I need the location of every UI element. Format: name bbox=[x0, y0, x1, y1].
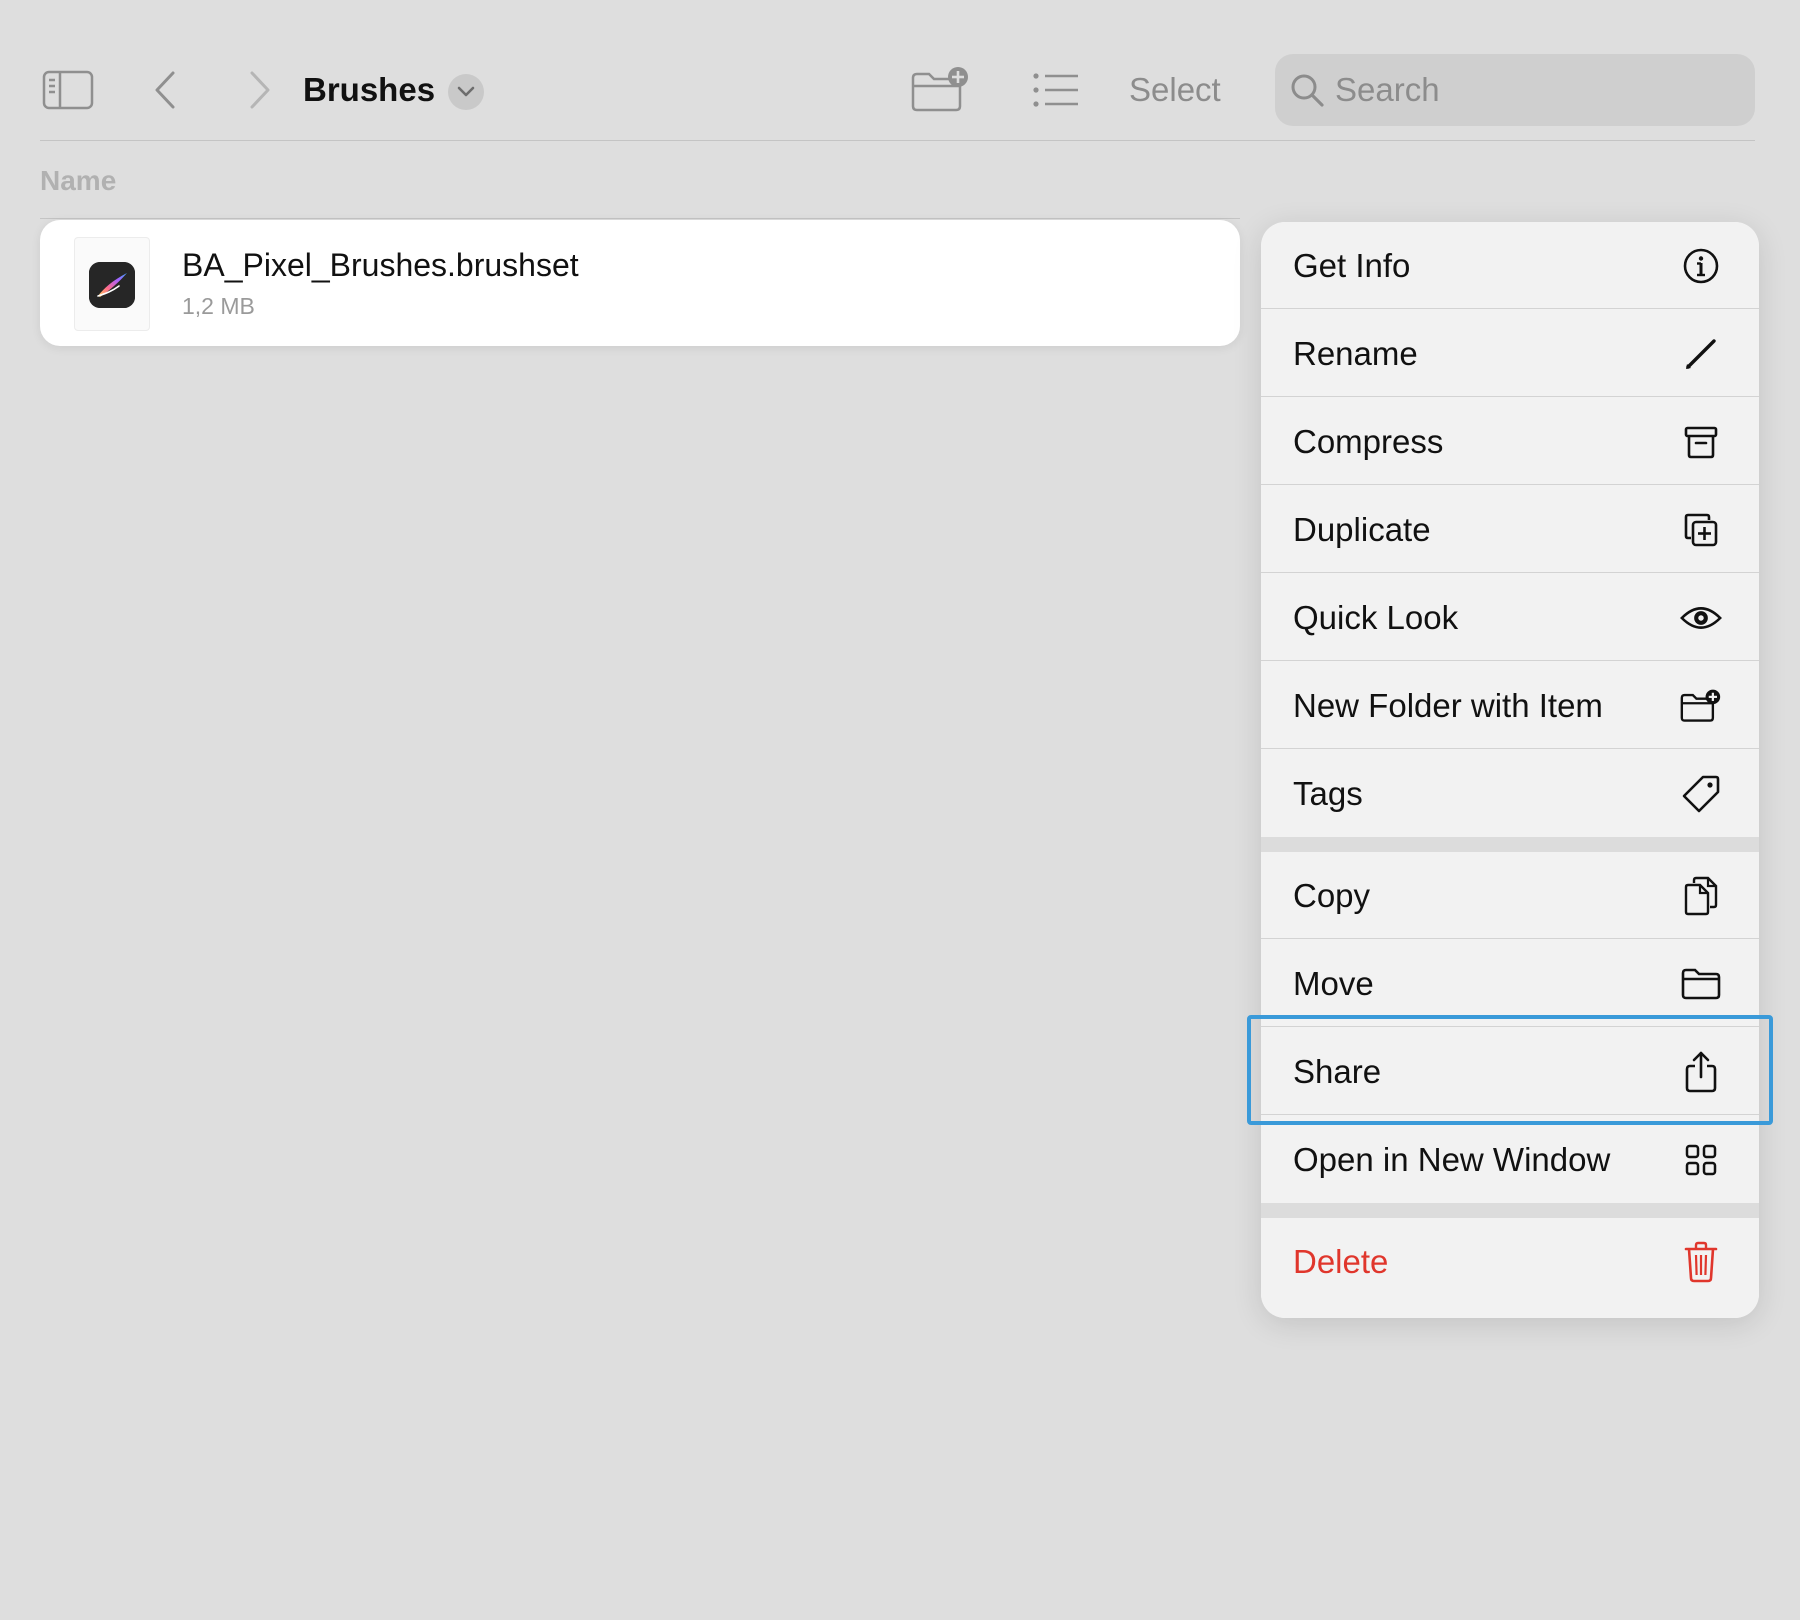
sidebar-icon[interactable] bbox=[40, 66, 96, 114]
file-name: BA_Pixel_Brushes.brushset bbox=[182, 247, 579, 283]
chevron-down-icon[interactable] bbox=[448, 74, 484, 110]
menu-item-label: Compress bbox=[1293, 423, 1444, 460]
select-button[interactable]: Select bbox=[1129, 70, 1221, 110]
menu-separator bbox=[1261, 837, 1759, 852]
menu-item-label: Rename bbox=[1293, 335, 1418, 372]
toolbar: Brushes Select bbox=[0, 0, 1800, 140]
chevron-left-icon[interactable] bbox=[145, 66, 185, 114]
search-input[interactable] bbox=[1335, 54, 1735, 126]
menu-item-label: New Folder with Item bbox=[1293, 687, 1603, 724]
menu-item-label: Open in New Window bbox=[1293, 1141, 1611, 1178]
context-menu: Get Info Rename Compress Duplicate Quick… bbox=[1261, 222, 1759, 1318]
magnifier-icon bbox=[1289, 72, 1325, 108]
file-thumbnail bbox=[74, 237, 150, 331]
menu-item-compress[interactable]: Compress bbox=[1261, 398, 1759, 485]
procreate-app-icon bbox=[89, 262, 135, 308]
column-divider bbox=[40, 218, 1240, 219]
menu-item-rename[interactable]: Rename bbox=[1261, 310, 1759, 397]
file-row[interactable]: BA_Pixel_Brushes.brushset 1,2 MB bbox=[40, 220, 1240, 346]
menu-item-delete[interactable]: Delete bbox=[1261, 1218, 1759, 1318]
menu-item-label: Share bbox=[1293, 1053, 1382, 1090]
menu-item-label: Get Info bbox=[1293, 247, 1411, 284]
grid-windows-icon bbox=[1680, 1139, 1722, 1181]
menu-item-quick-look[interactable]: Quick Look bbox=[1261, 574, 1759, 661]
menu-item-label: Move bbox=[1293, 965, 1374, 1002]
toolbar-divider bbox=[40, 140, 1755, 141]
folder-plus-icon bbox=[1680, 685, 1722, 727]
eye-icon bbox=[1680, 597, 1722, 639]
share-icon bbox=[1680, 1051, 1722, 1093]
menu-item-label: Duplicate bbox=[1293, 511, 1431, 548]
menu-item-label: Delete bbox=[1293, 1243, 1389, 1280]
menu-item-tags[interactable]: Tags bbox=[1261, 750, 1759, 837]
folder-title[interactable]: Brushes bbox=[303, 70, 435, 110]
trash-icon bbox=[1680, 1241, 1722, 1283]
file-size: 1,2 MB bbox=[182, 293, 255, 319]
menu-item-duplicate[interactable]: Duplicate bbox=[1261, 486, 1759, 573]
folder-plus-icon[interactable] bbox=[910, 64, 970, 116]
search-field[interactable] bbox=[1275, 54, 1755, 126]
menu-item-move[interactable]: Move bbox=[1261, 940, 1759, 1027]
list-icon[interactable] bbox=[1032, 66, 1080, 114]
menu-item-label: Tags bbox=[1293, 775, 1363, 812]
pencil-icon bbox=[1680, 333, 1722, 375]
menu-item-copy[interactable]: Copy bbox=[1261, 852, 1759, 939]
duplicate-plus-icon bbox=[1680, 509, 1722, 551]
tag-icon bbox=[1680, 773, 1722, 815]
menu-item-open-in-new-window[interactable]: Open in New Window bbox=[1261, 1116, 1759, 1203]
info-circle-icon bbox=[1680, 245, 1722, 287]
archive-box-icon bbox=[1680, 421, 1722, 463]
menu-item-share[interactable]: Share bbox=[1261, 1028, 1759, 1115]
menu-item-new-folder-with-item[interactable]: New Folder with Item bbox=[1261, 662, 1759, 749]
folder-icon bbox=[1680, 963, 1722, 1005]
menu-item-label: Copy bbox=[1293, 877, 1371, 914]
menu-item-get-info[interactable]: Get Info bbox=[1261, 222, 1759, 309]
menu-separator bbox=[1261, 1203, 1759, 1218]
column-header-name[interactable]: Name bbox=[40, 164, 116, 198]
chevron-right-icon[interactable] bbox=[240, 66, 280, 114]
menu-item-label: Quick Look bbox=[1293, 599, 1459, 636]
copy-documents-icon bbox=[1680, 875, 1722, 917]
